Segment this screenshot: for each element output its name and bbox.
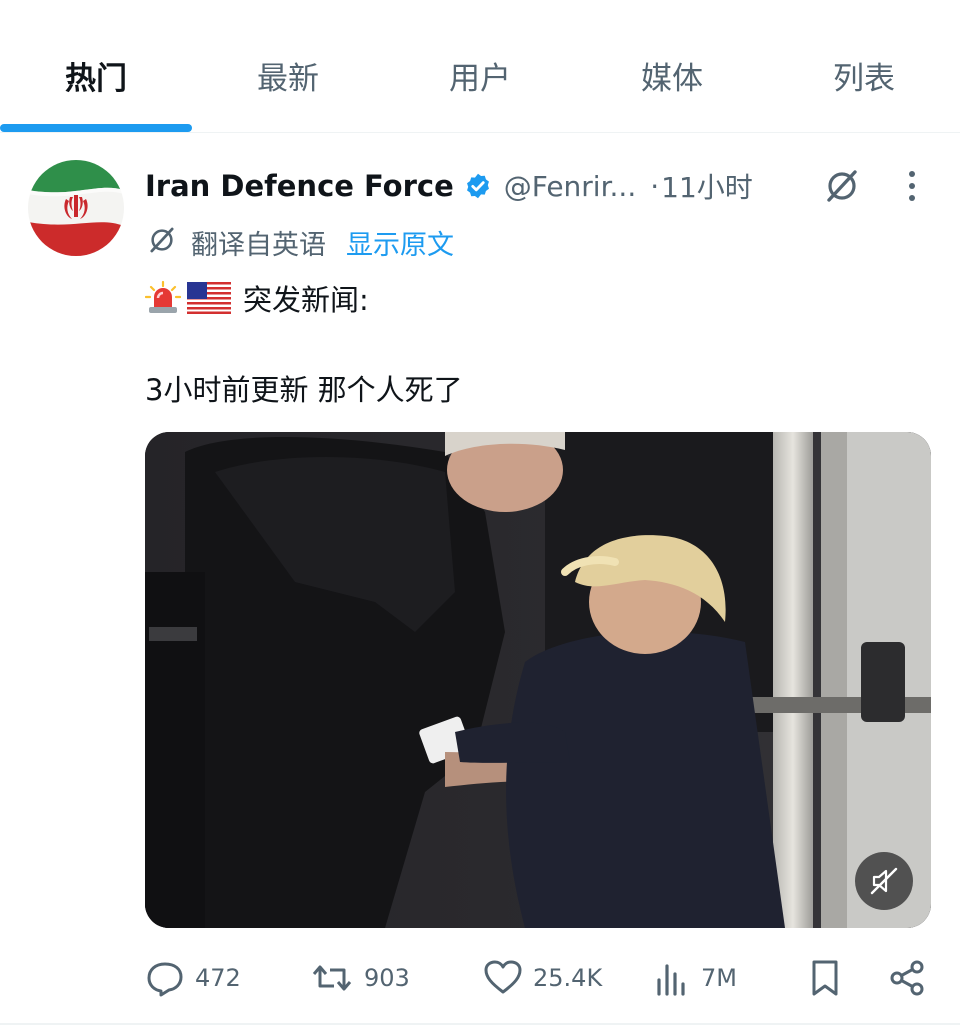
search-tabs: 热门 最新 用户 媒体 列表 (0, 0, 960, 133)
like-button[interactable]: 25.4K (483, 950, 602, 1006)
tweet-timestamp[interactable]: 11小时 (661, 166, 753, 206)
reply-icon (147, 962, 183, 997)
separator-dot: · (650, 169, 660, 203)
tweet-text-headline: 突发新闻: (243, 283, 369, 317)
show-original-link[interactable]: 显示原文 (346, 223, 454, 262)
translate-icon (145, 223, 179, 261)
video-frame-image (145, 432, 931, 928)
translated-from-label: 翻译自英语 (191, 229, 326, 261)
tab-label: 用户 (449, 60, 511, 97)
verified-badge-icon (464, 172, 492, 200)
tab-media[interactable]: 媒体 (576, 0, 768, 132)
more-icon[interactable] (896, 164, 928, 208)
view-count: 7M (701, 964, 737, 992)
tweet-header: Iran Defence Force @Fenrir... · 11小时 (145, 164, 753, 208)
active-tab-indicator (0, 124, 192, 132)
reply-button[interactable]: 472 (145, 950, 241, 1006)
like-count: 25.4K (533, 964, 603, 992)
tweet-text-body: 3小时前更新 那个人死了 (145, 373, 463, 407)
grok-icon[interactable] (820, 164, 864, 208)
police-light-emoji (145, 280, 181, 316)
bookmark-button[interactable] (807, 950, 843, 1006)
repost-button[interactable]: 903 (310, 950, 410, 1006)
share-icon (890, 960, 924, 996)
tab-label: 媒体 (641, 60, 703, 97)
bookmark-icon (812, 960, 838, 996)
tab-top[interactable]: 热门 (0, 0, 192, 132)
translation-notice: 翻译自英语 显示原文 (145, 220, 454, 264)
tweet-video[interactable] (145, 432, 931, 928)
tab-people[interactable]: 用户 (384, 0, 576, 132)
views-icon (657, 964, 685, 996)
tab-label: 最新 (257, 60, 319, 97)
tab-label: 热门 (65, 60, 127, 97)
tab-latest[interactable]: 最新 (192, 0, 384, 132)
author-handle[interactable]: @Fenrir... (504, 170, 636, 203)
tab-label: 列表 (833, 60, 895, 97)
tweet-actions: 472 903 25.4K 7M (145, 950, 935, 1006)
us-flag-emoji (187, 282, 231, 314)
reply-count: 472 (195, 964, 241, 992)
author-display-name[interactable]: Iran Defence Force (145, 169, 454, 203)
iran-flag-avatar-image (28, 160, 124, 256)
repost-icon (312, 965, 352, 991)
search-results-page: 热门 最新 用户 媒体 列表 Iran Defence Force @Fenri… (0, 0, 960, 1025)
share-button[interactable] (887, 950, 927, 1006)
repost-count: 903 (364, 964, 410, 992)
views-button[interactable]: 7M (655, 950, 737, 1006)
muted-speaker-icon[interactable] (855, 852, 913, 910)
avatar[interactable] (28, 160, 124, 256)
heart-icon (484, 960, 522, 994)
tweet-text-line: 突发新闻: (145, 275, 369, 321)
tab-lists[interactable]: 列表 (768, 0, 960, 132)
